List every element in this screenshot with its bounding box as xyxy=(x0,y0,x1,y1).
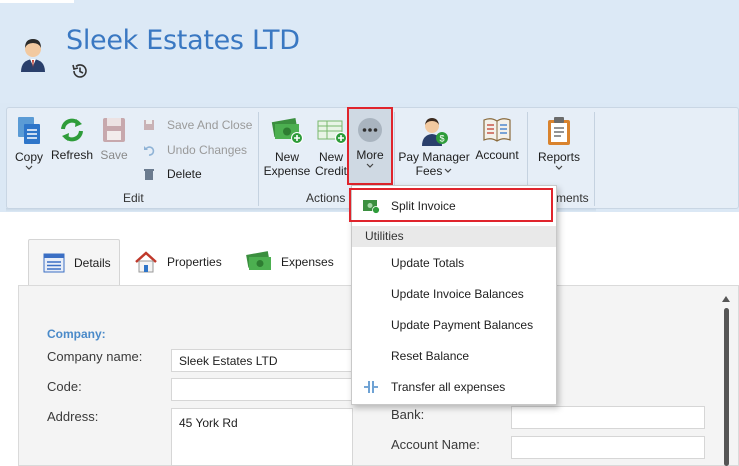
group-divider xyxy=(258,112,259,206)
save-icon xyxy=(103,118,125,142)
chevron-down-icon xyxy=(444,168,452,173)
refresh-icon xyxy=(61,118,83,142)
undo-icon xyxy=(144,146,155,156)
tab-details-label: Details xyxy=(74,255,111,270)
new-expense-label-2: Expense xyxy=(263,164,311,178)
update-invoice-balances-label: Update Invoice Balances xyxy=(391,286,524,301)
undo-changes-label: Undo Changes xyxy=(167,143,248,157)
copy-label: Copy xyxy=(14,150,43,164)
manager-pay-icon: $ xyxy=(422,118,448,146)
transfer-icon xyxy=(352,380,390,394)
refresh-label: Refresh xyxy=(50,148,94,162)
group-divider xyxy=(594,112,595,206)
more-button-highlight xyxy=(347,107,393,185)
account-label: Account xyxy=(475,148,519,162)
reset-balance-label: Reset Balance xyxy=(391,348,470,363)
page-header: Sleek Estates LTD xyxy=(0,0,739,103)
money-add-icon xyxy=(271,118,303,144)
update-payment-balances-label: Update Payment Balances xyxy=(391,317,534,332)
split-invoice-highlight xyxy=(349,188,553,222)
tab-expenses[interactable]: Expenses xyxy=(232,239,334,285)
save-label: Save xyxy=(100,148,128,162)
page-title: Sleek Estates LTD xyxy=(66,25,300,56)
code-label: Code: xyxy=(47,379,82,394)
menu-item-reset-balance[interactable]: Reset Balance xyxy=(352,340,556,371)
menu-item-transfer-all-expenses[interactable]: Transfer all expenses xyxy=(352,371,556,402)
chevron-down-icon xyxy=(25,165,33,170)
trash-icon xyxy=(144,169,154,180)
clipboard-report-icon xyxy=(548,117,570,145)
tab-details[interactable]: Details xyxy=(28,239,120,285)
pay-manager-fees-label-2-text: Fees xyxy=(415,164,443,178)
user-avatar-icon xyxy=(21,39,45,72)
company-section-title: Company: xyxy=(47,327,106,341)
chevron-down-icon xyxy=(555,165,563,170)
address-field[interactable]: 45 York Rd xyxy=(171,408,353,466)
tab-properties-label: Properties xyxy=(167,255,222,269)
company-name-label: Company name: xyxy=(47,349,143,364)
edit-group-label: Edit xyxy=(123,191,144,205)
pay-manager-fees-label-1: Pay Manager xyxy=(398,150,470,164)
menu-item-update-invoice-balances[interactable]: Update Invoice Balances xyxy=(352,278,556,309)
bank-label: Bank: xyxy=(391,407,425,422)
menu-item-update-payment-balances[interactable]: Update Payment Balances xyxy=(352,309,556,340)
credit-add-icon xyxy=(317,120,347,144)
pay-manager-fees-label-2: Fees xyxy=(416,164,453,178)
scrollbar-thumb[interactable] xyxy=(724,308,729,466)
account-name-field[interactable] xyxy=(511,436,705,459)
reports-button[interactable]: Reports xyxy=(534,116,584,171)
reports-label: Reports xyxy=(537,150,581,164)
new-credit-button[interactable]: New Credit xyxy=(313,116,349,178)
new-expense-button[interactable]: New Expense xyxy=(263,116,311,178)
bank-field[interactable] xyxy=(511,406,705,429)
account-name-label: Account Name: xyxy=(391,437,480,452)
update-totals-label: Update Totals xyxy=(391,255,465,270)
refresh-button[interactable]: Refresh xyxy=(50,116,94,162)
delete-label: Delete xyxy=(167,167,202,181)
new-credit-label-2: Credit xyxy=(314,164,347,178)
ledger-icon xyxy=(483,118,511,142)
save-and-close-label: Save And Close xyxy=(167,118,253,132)
tab-properties[interactable]: Properties xyxy=(120,239,222,285)
menu-utilities-header: Utilities xyxy=(352,226,556,247)
save-button[interactable]: Save xyxy=(98,116,130,162)
delete-button[interactable]: Delete xyxy=(143,165,202,183)
pay-manager-fees-button[interactable]: $ Pay Manager Fees xyxy=(397,116,471,178)
save-close-icon xyxy=(144,120,154,130)
svg-text:$: $ xyxy=(439,134,444,144)
house-icon xyxy=(135,251,157,273)
tab-expenses-label: Expenses xyxy=(281,255,334,269)
company-name-field[interactable]: Sleek Estates LTD xyxy=(171,349,353,372)
save-and-close-button[interactable]: Save And Close xyxy=(143,116,252,134)
code-field[interactable] xyxy=(171,378,353,401)
money-icon xyxy=(246,251,271,270)
menu-item-update-totals[interactable]: Update Totals xyxy=(352,247,556,278)
new-expense-label-1: New xyxy=(274,150,299,164)
actions-group-label: Actions xyxy=(306,191,346,205)
copy-button[interactable]: Copy xyxy=(11,116,47,171)
statements-group-label: ments xyxy=(556,191,589,205)
copy-icon xyxy=(18,117,40,144)
history-icon[interactable] xyxy=(71,62,89,80)
new-credit-label-1: New xyxy=(318,150,343,164)
undo-changes-button[interactable]: Undo Changes xyxy=(143,141,247,159)
active-tab-indicator xyxy=(0,0,74,3)
account-button[interactable]: Account xyxy=(472,116,522,162)
scroll-up-arrow[interactable] xyxy=(722,296,730,302)
address-label: Address: xyxy=(47,409,99,424)
details-icon xyxy=(43,253,65,272)
transfer-all-expenses-label: Transfer all expenses xyxy=(391,379,506,394)
